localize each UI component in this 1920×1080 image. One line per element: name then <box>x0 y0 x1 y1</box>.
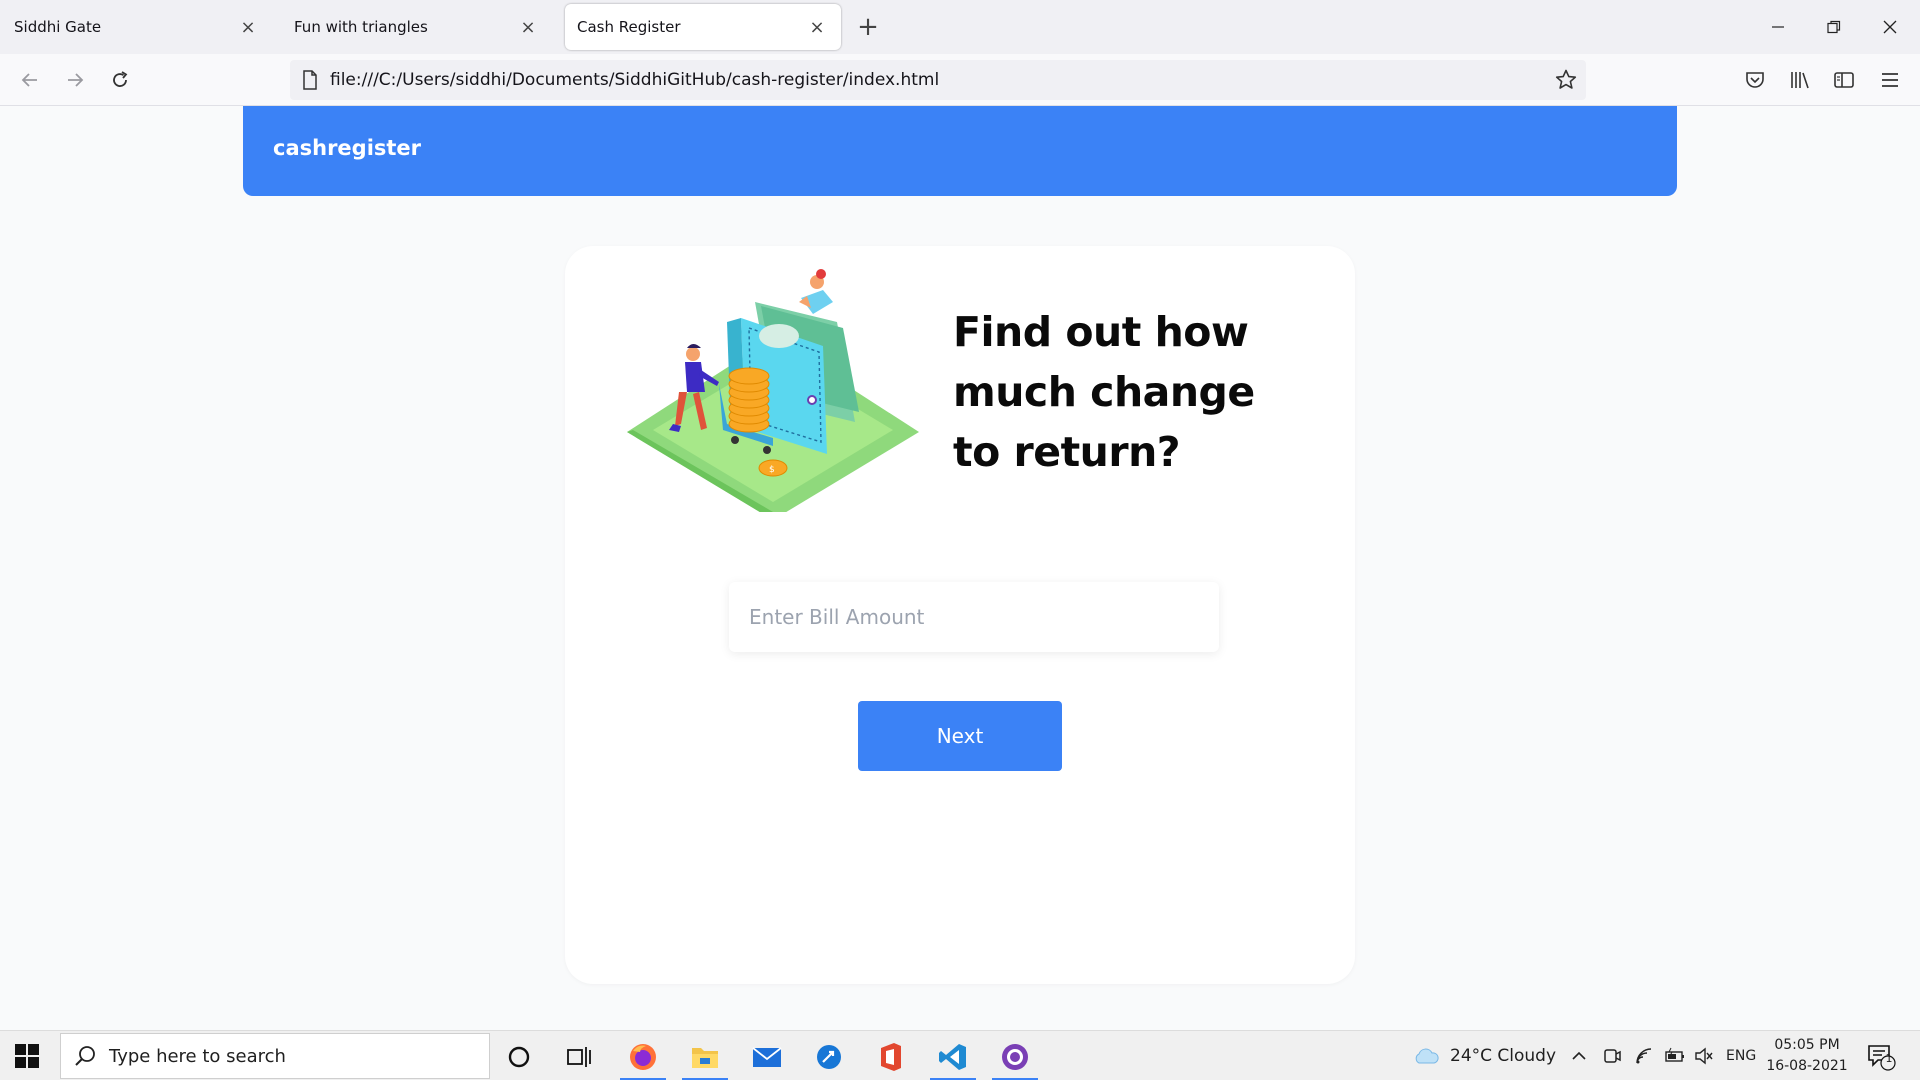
tab-bar: Siddhi Gate × Fun with triangles × Cash … <box>0 0 1920 54</box>
battery-icon[interactable] <box>1664 1031 1686 1080</box>
tab-label: Cash Register <box>577 18 681 36</box>
clock-date: 16-08-2021 <box>1766 1058 1848 1074</box>
office-icon[interactable] <box>864 1037 918 1077</box>
clock[interactable]: 05:05 PM 16-08-2021 <box>1760 1035 1854 1077</box>
tab-label: Fun with triangles <box>294 18 428 36</box>
restore-icon[interactable] <box>1814 8 1854 46</box>
clock-time: 05:05 PM <box>1774 1037 1840 1053</box>
app-header: cashregister <box>243 106 1677 196</box>
svg-text:$: $ <box>769 465 775 475</box>
navigation-toolbar: file:///C:/Users/siddhi/Documents/Siddhi… <box>0 54 1920 106</box>
library-icon[interactable] <box>1786 66 1814 94</box>
page-icon <box>302 70 318 94</box>
tab-siddhi-gate[interactable]: Siddhi Gate × <box>2 4 272 50</box>
wallet-illustration: $ <box>627 269 919 512</box>
brand-title: cashregister <box>273 136 422 160</box>
next-button[interactable]: Next <box>858 701 1062 771</box>
bookmark-star-icon[interactable] <box>1554 68 1578 96</box>
notification-center[interactable]: 1 <box>1866 1031 1896 1080</box>
url-text: file:///C:/Users/siddhi/Documents/Siddhi… <box>330 70 940 90</box>
windows-taskbar: Type here to search 24°C Cloudy ENG 05:0… <box>0 1030 1920 1080</box>
cortana-icon[interactable] <box>492 1037 546 1077</box>
vscode-icon[interactable] <box>926 1037 980 1080</box>
bill-amount-input[interactable] <box>729 582 1219 652</box>
task-view-icon[interactable] <box>552 1037 606 1077</box>
back-icon[interactable] <box>12 62 48 98</box>
tab-fun-with-triangles[interactable]: Fun with triangles × <box>282 4 552 50</box>
meet-now-icon[interactable] <box>1602 1031 1622 1080</box>
weather-text: 24°C Cloudy <box>1450 1046 1557 1066</box>
file-explorer-icon[interactable] <box>678 1037 732 1080</box>
taskbar-search-box[interactable]: Type here to search <box>60 1033 490 1079</box>
search-placeholder: Type here to search <box>109 1045 286 1067</box>
windows-start-icon[interactable] <box>14 1043 40 1069</box>
menu-icon[interactable] <box>1876 66 1904 94</box>
notification-count: 1 <box>1885 1052 1893 1065</box>
weather-widget[interactable]: 24°C Cloudy <box>1412 1031 1556 1080</box>
pocket-icon[interactable] <box>1741 66 1769 94</box>
tab-label: Siddhi Gate <box>14 18 102 36</box>
close-tab-icon[interactable]: × <box>805 15 829 39</box>
new-tab-icon[interactable]: + <box>852 12 884 44</box>
reload-icon[interactable] <box>102 62 138 98</box>
address-bar[interactable]: file:///C:/Users/siddhi/Documents/Siddhi… <box>290 60 1586 100</box>
tab-cash-register[interactable]: Cash Register × <box>565 4 841 50</box>
language-text: ENG <box>1726 1048 1757 1064</box>
minimize-icon[interactable] <box>1758 8 1798 46</box>
search-icon <box>73 1044 97 1072</box>
close-window-icon[interactable] <box>1870 8 1910 46</box>
page-headline: Find out how much change to return? <box>953 308 1255 476</box>
mail-icon[interactable] <box>740 1037 794 1077</box>
close-tab-icon[interactable]: × <box>236 15 260 39</box>
github-desktop-icon[interactable] <box>988 1037 1042 1080</box>
forward-icon[interactable] <box>57 62 93 98</box>
cloud-icon <box>1415 1048 1439 1064</box>
language-indicator[interactable]: ENG <box>1726 1031 1756 1080</box>
chevron-up-icon <box>1572 1051 1586 1060</box>
close-tab-icon[interactable]: × <box>516 15 540 39</box>
sidebar-icon[interactable] <box>1830 66 1858 94</box>
wifi-icon[interactable] <box>1634 1031 1654 1080</box>
page-content: cashregister $ Find out how much change … <box>0 106 1920 1030</box>
volume-muted-icon[interactable] <box>1694 1031 1714 1080</box>
firefox-icon[interactable] <box>616 1037 670 1080</box>
edge-icon[interactable] <box>802 1037 856 1077</box>
show-hidden-icons[interactable] <box>1570 1031 1588 1080</box>
main-card: $ Find out how much change to return? Ne… <box>565 246 1355 984</box>
